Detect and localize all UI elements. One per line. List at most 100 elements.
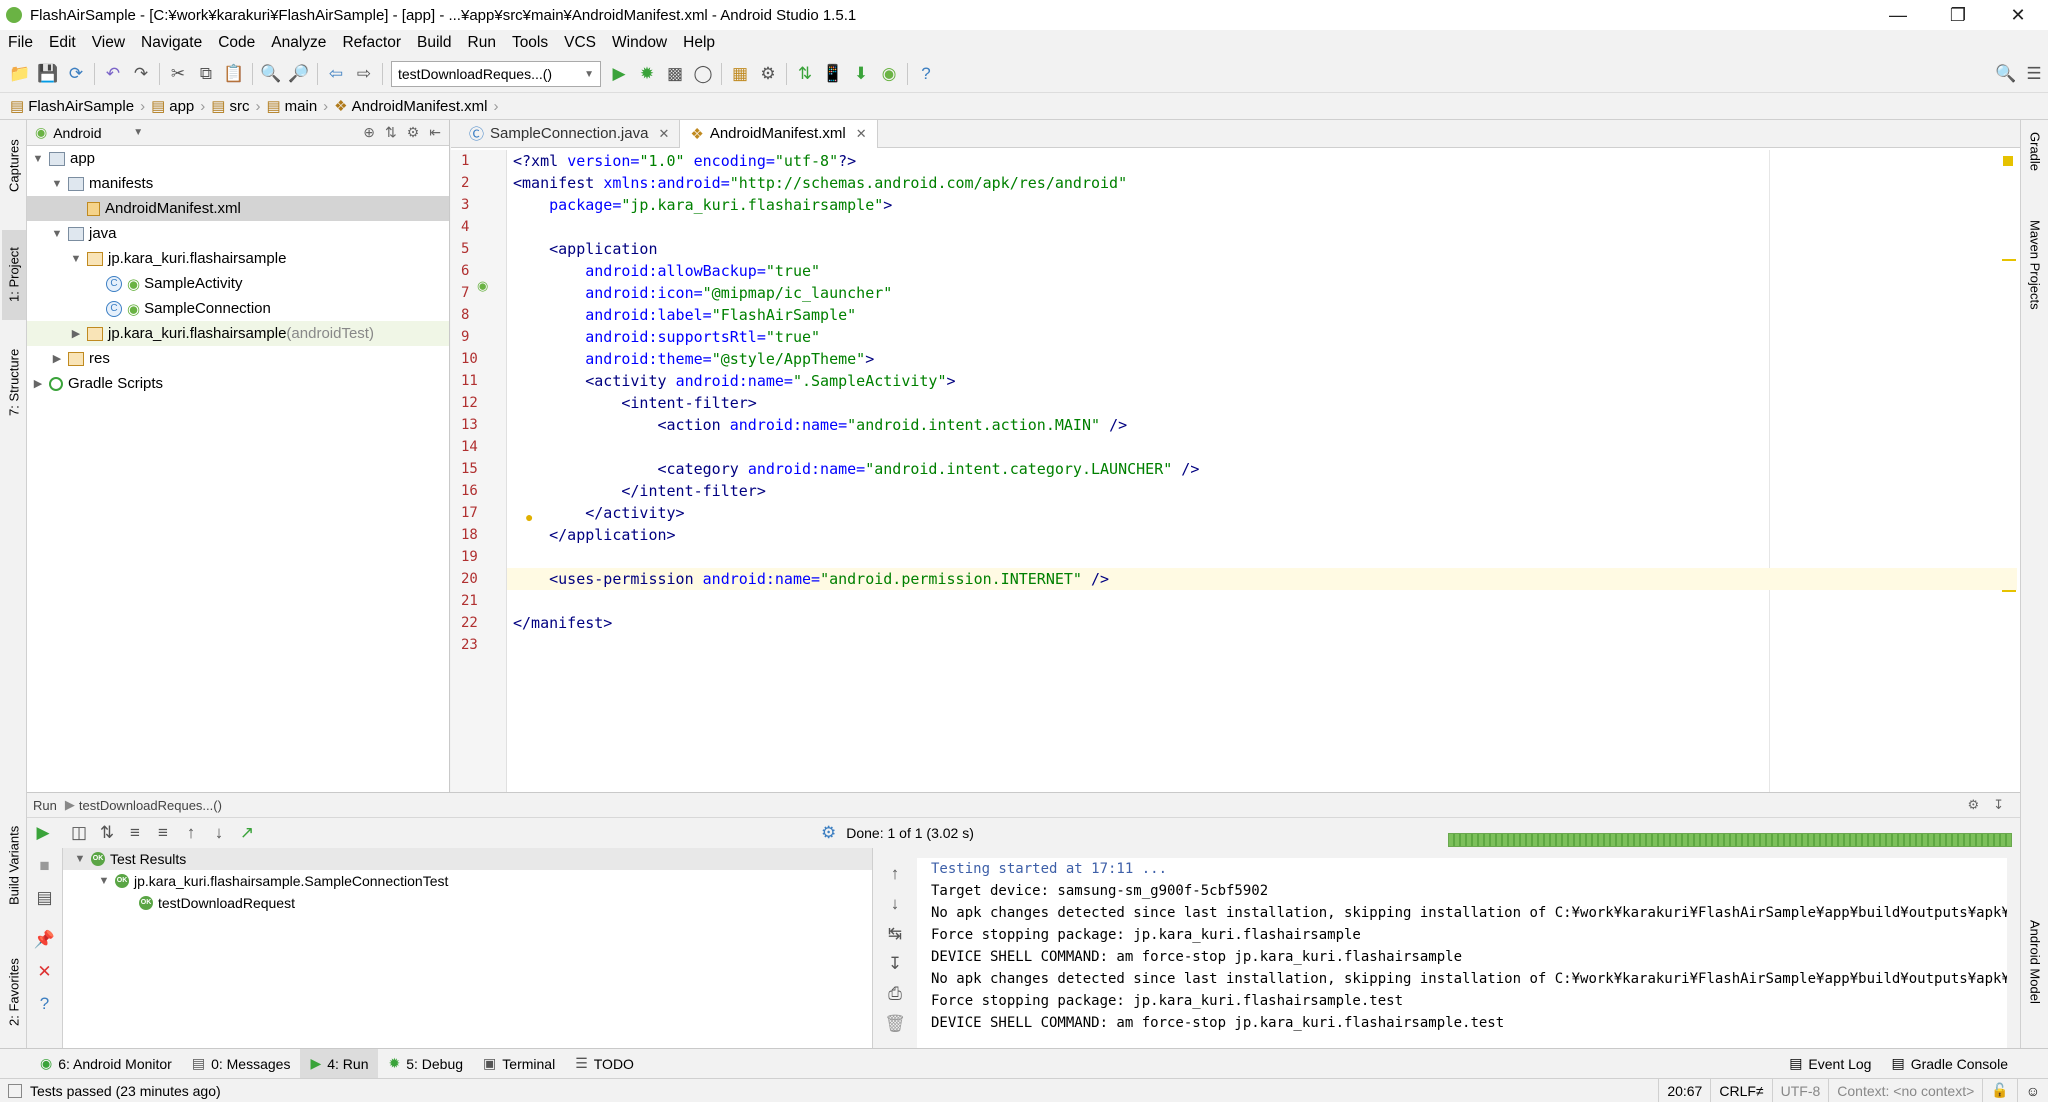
help-icon[interactable]: ? [31,990,59,1018]
layout-icon[interactable]: ▤ [31,884,59,912]
rerun-icon[interactable]: ▶ [29,819,57,847]
tool-tab-gradle[interactable]: Gradle [2023,132,2047,202]
tool-tab-terminal[interactable]: ▣ Terminal [473,1049,565,1079]
tool-tab-build-variants[interactable]: Build Variants [2,810,26,920]
redo-icon[interactable]: ↷ [127,60,155,88]
run-icon[interactable]: ▶ [605,60,633,88]
menu-file[interactable]: File [0,34,41,52]
expand-all-icon[interactable]: ≡ [121,819,149,847]
tree-item-java[interactable]: ▼ java [27,221,449,246]
test-result-item[interactable]: OK testDownloadRequest [63,892,872,914]
previous-failed-icon[interactable]: ↑ [177,819,205,847]
tool-tab-event-log[interactable]: ▤ Event Log [1779,1049,1881,1079]
pin-icon[interactable]: 📌 [31,926,59,954]
breadcrumb-item-app[interactable]: ▤ app › [151,97,205,116]
breadcrumb-item-flashairsample[interactable]: ▤ FlashAirSample › [10,97,145,116]
project-structure-icon[interactable]: ▦ [726,60,754,88]
forward-icon[interactable]: ⇨ [350,60,378,88]
maximize-button[interactable]: ❐ [1928,5,1988,26]
menu-code[interactable]: Code [210,34,263,52]
menu-build[interactable]: Build [409,34,459,52]
find-icon[interactable]: 🔍 [257,60,285,88]
minimize-button[interactable]: — [1868,5,1928,26]
collapse-all-icon[interactable]: ≡ [149,819,177,847]
hide-panel-icon[interactable]: ↧ [1993,797,2004,813]
menu-analyze[interactable]: Analyze [263,34,334,52]
close-tab-icon[interactable]: ✕ [856,126,867,142]
collapsed-arrow-icon[interactable]: ▶ [69,327,83,340]
menu-run[interactable]: Run [460,34,504,52]
menu-tools[interactable]: Tools [504,34,556,52]
project-view-select[interactable]: Android [53,125,133,141]
settings-icon[interactable]: ⚙ [754,60,782,88]
breadcrumb-item-main[interactable]: ▤ main › [266,97,328,116]
close-icon[interactable]: ✕ [31,958,59,986]
close-tab-icon[interactable]: ✕ [658,126,669,142]
search-everywhere-icon[interactable]: 🔍 [1992,60,2020,88]
warning-marker[interactable] [2002,590,2016,592]
lock-icon[interactable]: 🔓 [1982,1078,2016,1102]
help-icon[interactable]: ? [912,60,940,88]
panel-toggle-icon[interactable] [8,1083,22,1098]
menu-window[interactable]: Window [604,34,675,52]
expanded-arrow-icon[interactable]: ▼ [69,253,83,265]
collapsed-arrow-icon[interactable]: ▶ [31,377,45,390]
test-result-item[interactable]: ▼ OK jp.kara_kuri.flashairsample.SampleCon… [63,870,872,892]
tool-tab-maven[interactable]: Maven Projects [2023,220,2047,360]
attach-debugger-icon[interactable]: ◯ [689,60,717,88]
tool-tab-android-model[interactable]: Android Model [2023,920,2047,1050]
tool-tab-todo[interactable]: ☰ TODO [565,1049,644,1079]
next-failed-icon[interactable]: ↓ [205,819,233,847]
tree-item-jp-kara-kuri-flashairsample[interactable]: ▶ jp.kara_kuri.flashairsample (androidTes… [27,321,449,346]
print-icon[interactable]: ⎙ [881,980,909,1008]
tool-tab-4-run[interactable]: ▶ 4: Run [300,1048,379,1079]
collapse-all-icon[interactable]: ⇅ [385,124,397,141]
lightbulb-icon[interactable]: ● [525,509,533,525]
tool-tab-6-android-monitor[interactable]: ◉ 6: Android Monitor [30,1049,182,1079]
tool-tab-0-messages[interactable]: ▤ 0: Messages [182,1049,301,1079]
tool-tab-favorites[interactable]: 2: Favorites [2,940,26,1045]
console-output[interactable]: Testing started at 17:11 ... Target devic… [917,858,2007,1048]
run-config-select[interactable]: testDownloadReques...() ▼ [391,61,601,87]
avd-manager-icon[interactable]: 📱 [819,60,847,88]
scroll-down-icon[interactable]: ↓ [881,890,909,918]
menu-refactor[interactable]: Refactor [334,34,409,52]
line-separator[interactable]: CRLF≠ [1710,1078,1771,1102]
split-view-icon[interactable]: ☰ [2020,60,2048,88]
sync-icon[interactable]: ⟳ [62,60,90,88]
hide-panel-icon[interactable]: ⇤ [429,124,441,141]
menu-navigate[interactable]: Navigate [133,34,210,52]
expanded-arrow-icon[interactable]: ▼ [97,875,111,887]
breadcrumb-item-src[interactable]: ▤ src › [211,97,260,116]
menu-help[interactable]: Help [675,34,723,52]
tool-tab-structure[interactable]: 7: Structure [2,330,26,435]
breadcrumb-item-androidmanifest-xml[interactable]: ❖ AndroidManifest.xml › [334,97,498,116]
stop-icon[interactable]: ■ [31,852,59,880]
paste-icon[interactable]: 📋 [220,60,248,88]
sort-alpha-icon[interactable]: ⇅ [93,819,121,847]
expanded-arrow-icon[interactable]: ▼ [50,178,64,190]
expanded-arrow-icon[interactable]: ▼ [73,853,87,865]
gradle-sync-icon[interactable]: ⇅ [791,60,819,88]
open-folder-icon[interactable]: 📁 [6,60,34,88]
gear-icon[interactable]: ⚙ [1967,797,1979,813]
tab-sampleconnection-java[interactable]: Ⓒ SampleConnection.java ✕ [459,119,681,148]
copy-icon[interactable]: ⧉ [192,60,220,88]
scroll-to-end-icon[interactable]: ↧ [881,950,909,978]
tree-item-jp-kara-kuri-flashairsample[interactable]: ▼ jp.kara_kuri.flashairsample [27,246,449,271]
save-all-icon[interactable]: 💾 [34,60,62,88]
tab-androidmanifest-xml[interactable]: ❖ AndroidManifest.xml ✕ [680,119,878,148]
collapsed-arrow-icon[interactable]: ▶ [50,352,64,365]
cut-icon[interactable]: ✂ [164,60,192,88]
replace-icon[interactable]: 🔎 [285,60,313,88]
back-icon[interactable]: ⇦ [322,60,350,88]
expanded-arrow-icon[interactable]: ▼ [31,153,45,165]
expanded-arrow-icon[interactable]: ▼ [50,228,64,240]
gear-icon[interactable]: ⚙ [407,124,420,141]
close-button[interactable]: ✕ [1988,5,2048,26]
tree-item-sampleconnection[interactable]: C ◉ SampleConnection [27,296,449,321]
tree-item-gradle-scripts[interactable]: ▶ Gradle Scripts [27,371,449,396]
hector-icon[interactable]: ☺ [2016,1078,2048,1102]
tree-item-manifests[interactable]: ▼ manifests [27,171,449,196]
tree-item-sampleactivity[interactable]: C ◉ SampleActivity [27,271,449,296]
